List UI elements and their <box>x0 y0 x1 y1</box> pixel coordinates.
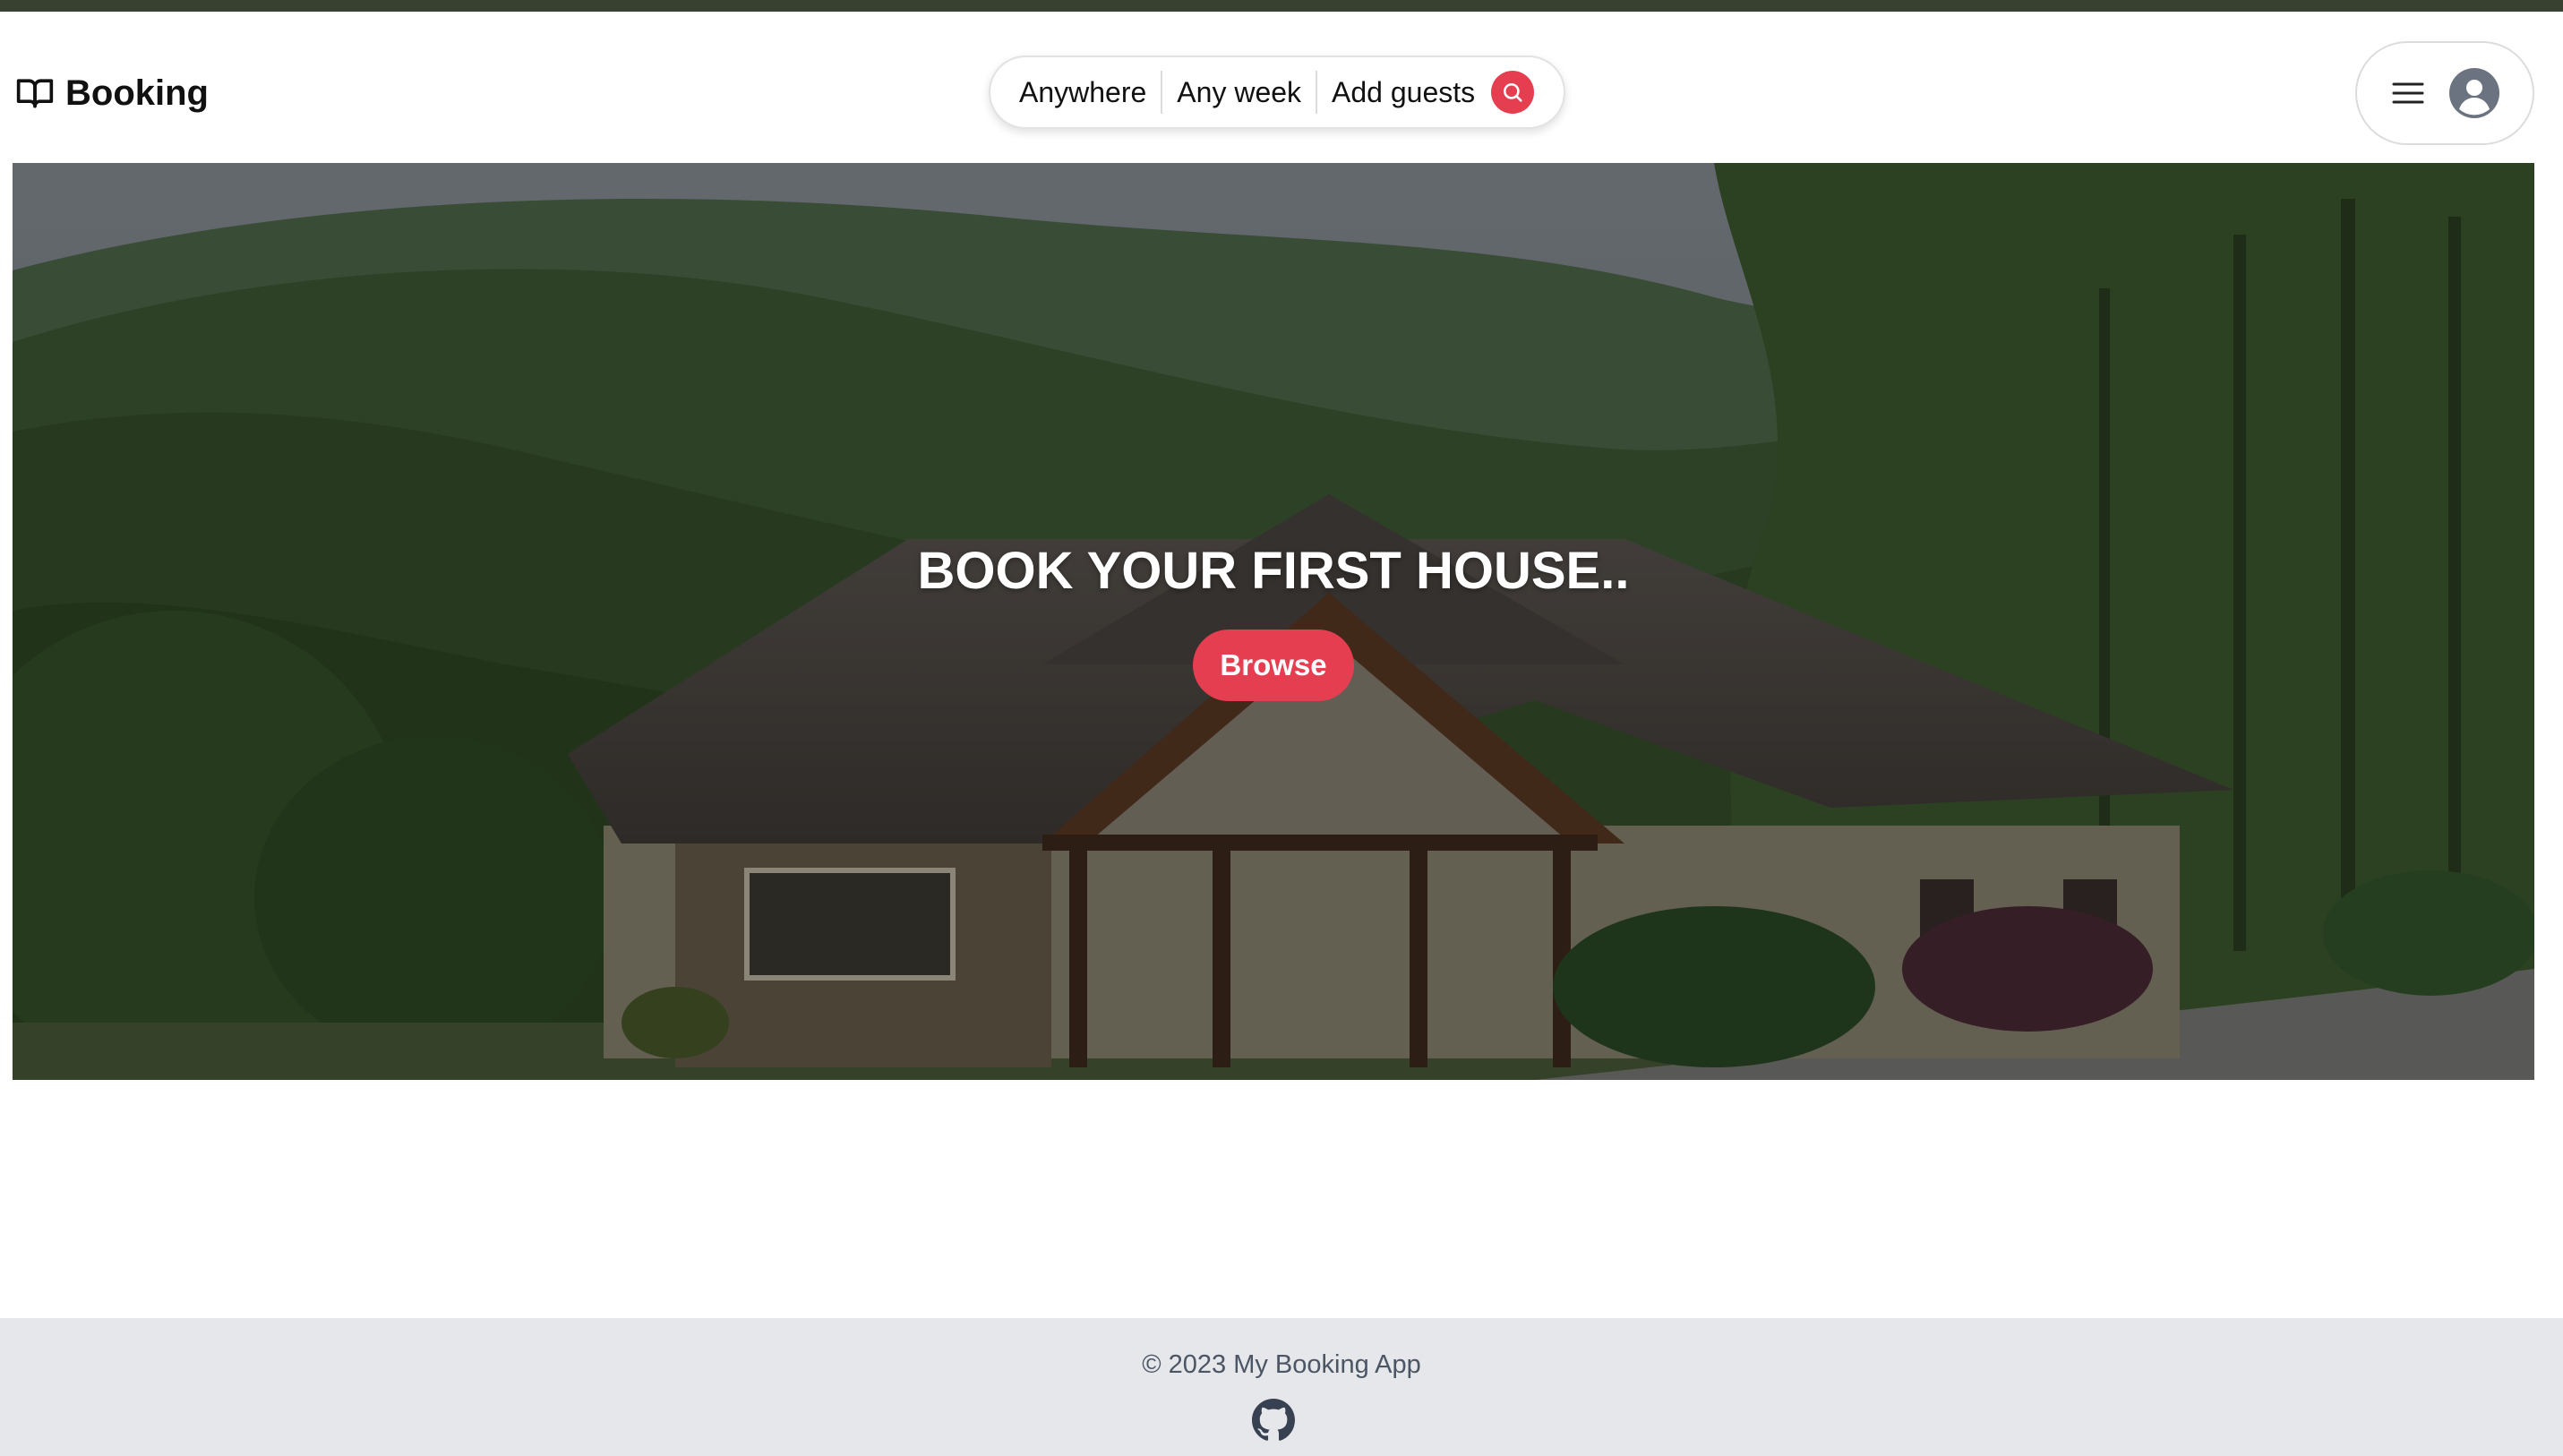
hero-title: BOOK YOUR FIRST HOUSE.. <box>917 542 1630 600</box>
search-button[interactable] <box>1491 71 1535 114</box>
browse-button[interactable]: Browse <box>1193 630 1354 701</box>
hero-banner: BOOK YOUR FIRST HOUSE.. Browse <box>13 163 2534 1080</box>
github-icon <box>1252 1399 1295 1442</box>
user-menu-button[interactable] <box>2355 41 2534 145</box>
header: Booking Anywhere Any week Add guests <box>0 12 2563 164</box>
search-bar[interactable]: Anywhere Any week Add guests <box>989 56 1565 129</box>
logo[interactable]: Booking <box>15 71 209 116</box>
hero-dark-overlay <box>13 163 2534 1080</box>
github-link[interactable] <box>1252 1399 1295 1442</box>
footer-copyright: © 2023 My Booking App <box>1142 1350 1421 1379</box>
hamburger-menu-icon <box>2390 79 2426 107</box>
browse-button-label: Browse <box>1220 648 1327 681</box>
location-filter[interactable]: Anywhere <box>990 71 1161 114</box>
logo-text: Booking <box>65 73 209 113</box>
user-avatar-icon <box>2449 68 2499 118</box>
top-strip <box>0 0 2563 12</box>
guests-filter[interactable]: Add guests <box>1317 71 1489 114</box>
week-filter[interactable]: Any week <box>1162 71 1316 114</box>
search-icon <box>1500 80 1525 105</box>
footer: © 2023 My Booking App <box>0 1318 2563 1456</box>
book-open-icon <box>15 73 55 113</box>
